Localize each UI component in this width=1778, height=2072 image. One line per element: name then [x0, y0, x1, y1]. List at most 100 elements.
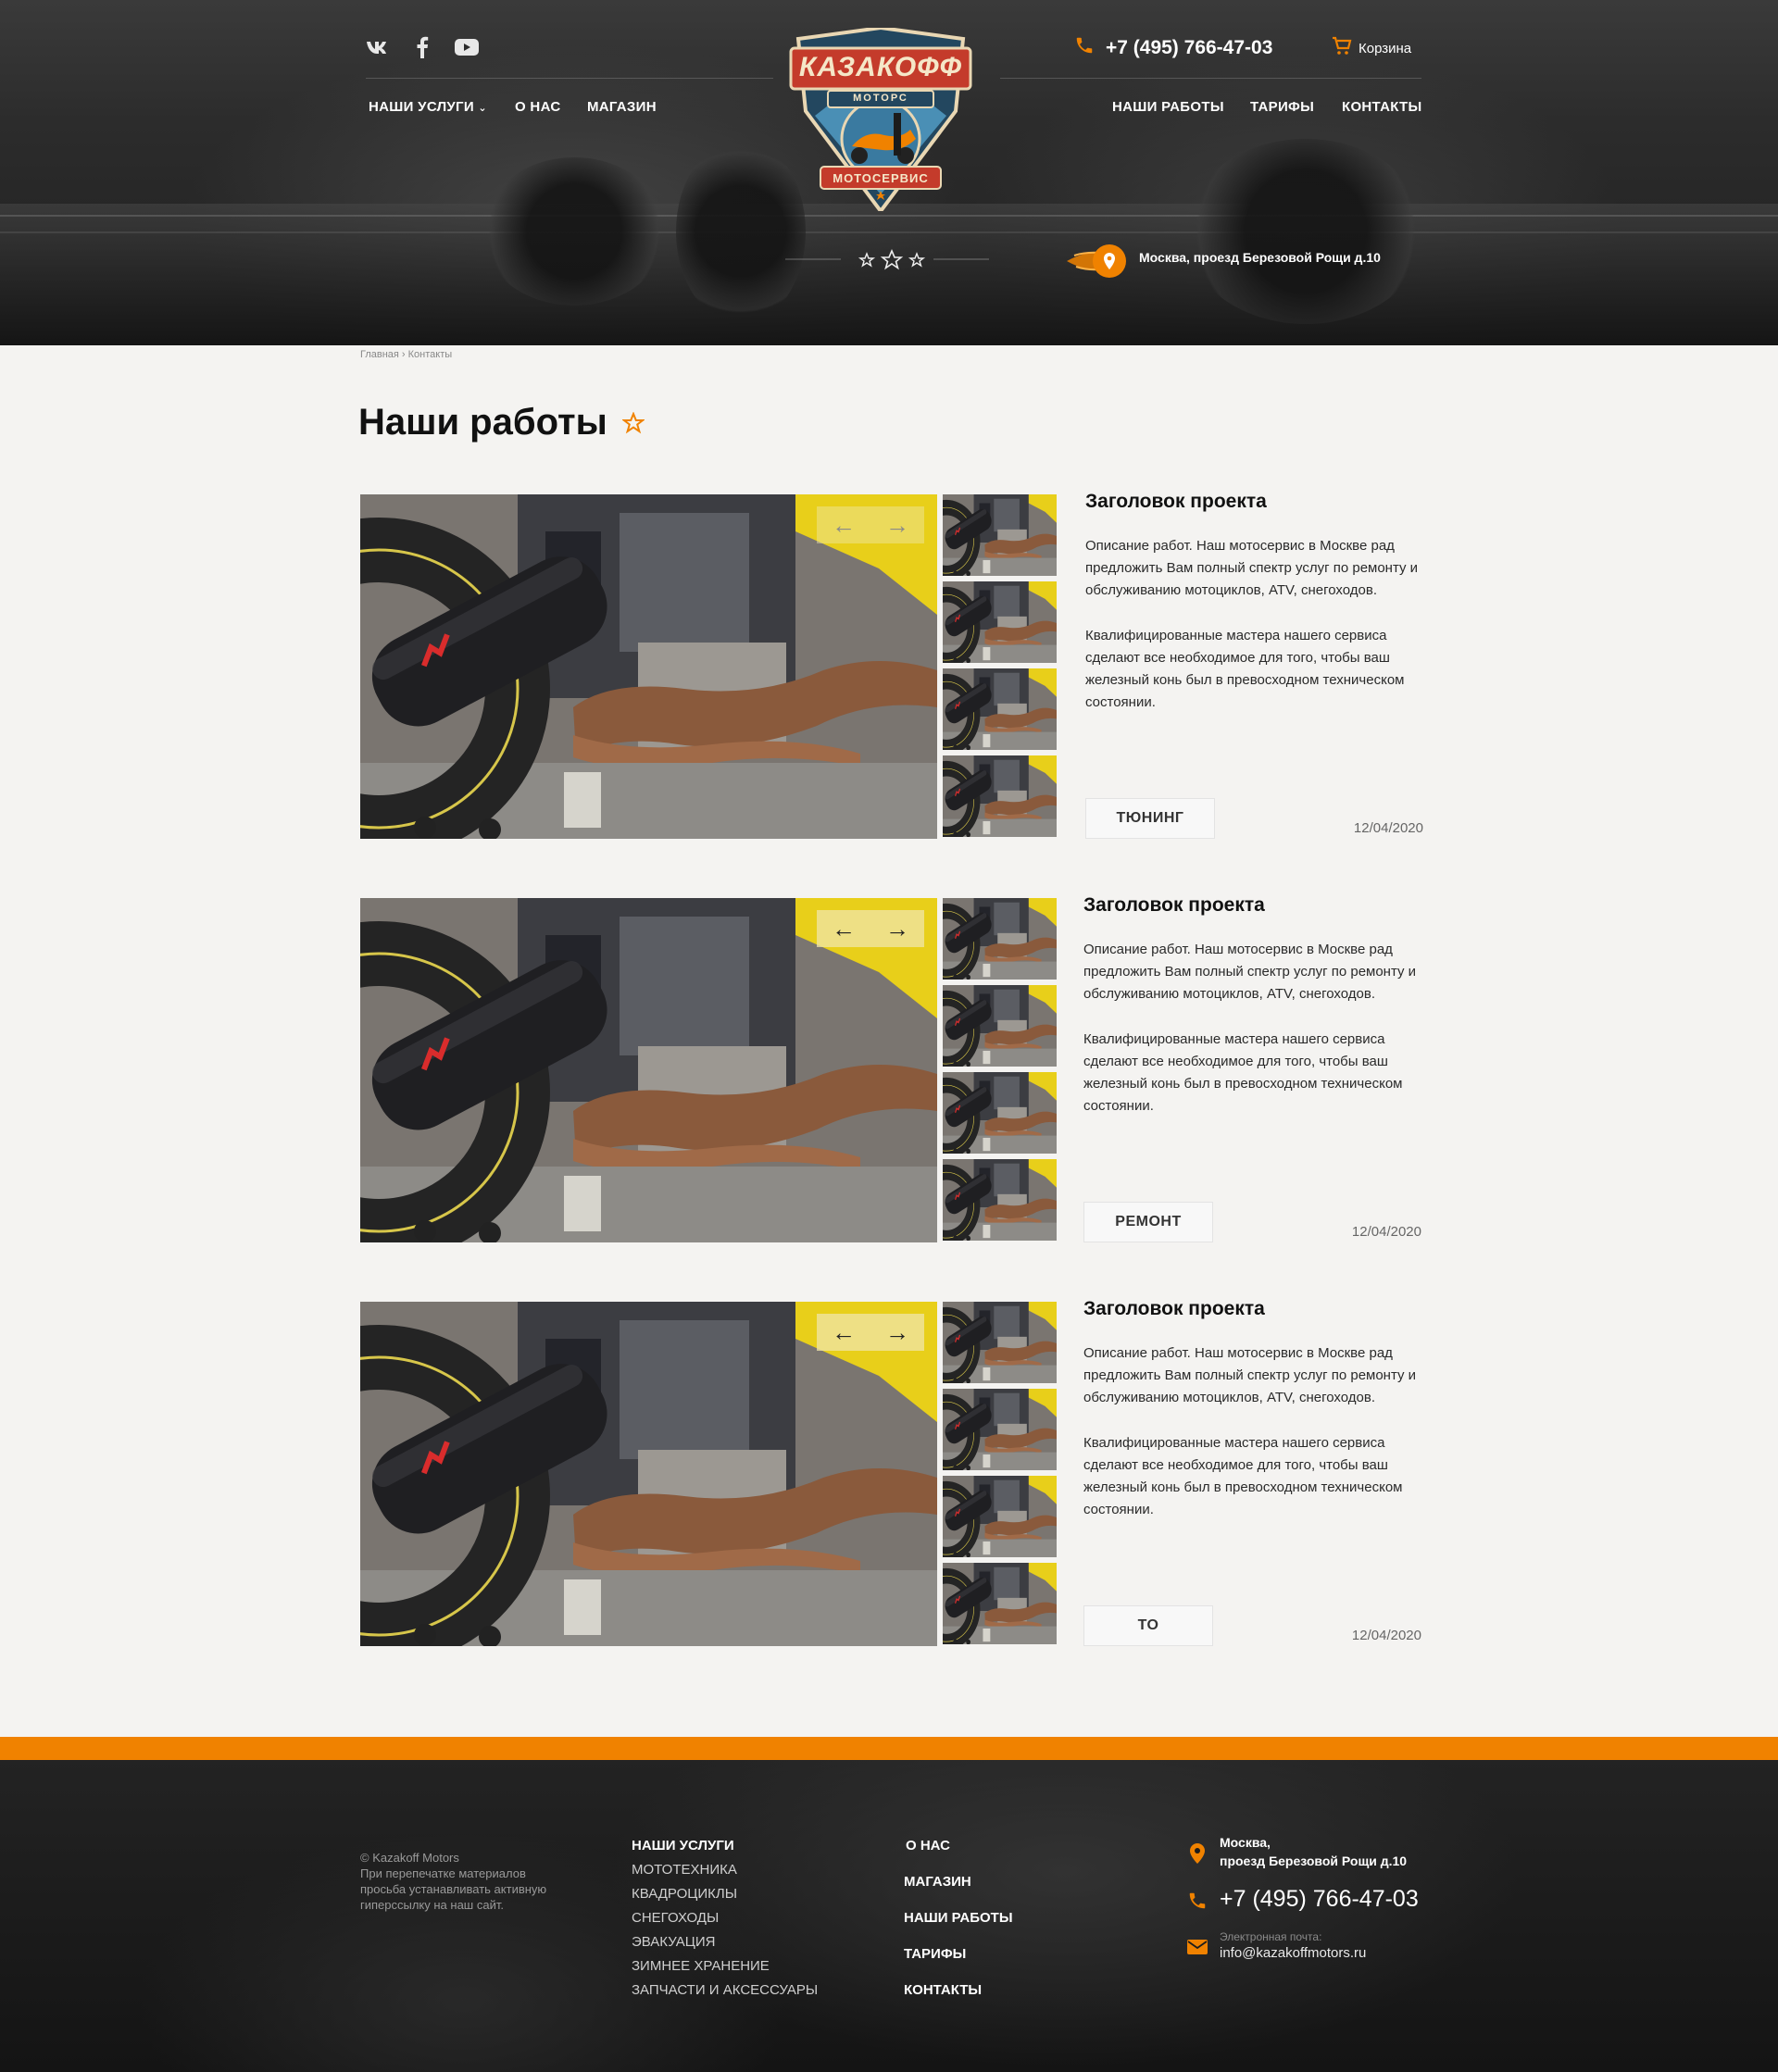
nav-shop[interactable]: МАГАЗИН [587, 99, 657, 115]
header-background-track [0, 204, 1778, 345]
cart-label: Корзина [1359, 40, 1412, 56]
header-rail [0, 231, 1778, 233]
youtube-icon[interactable] [455, 35, 479, 59]
arrow-right-icon[interactable]: → [885, 917, 909, 941]
project-category-tag[interactable]: ТО [1083, 1605, 1213, 1646]
project-desc-paragraph: Описание работ. Наш мотосервис в Москве … [1085, 538, 1419, 598]
project-thumbnail[interactable] [943, 494, 1057, 576]
site-logo[interactable]: КАЗАКОФФ МОТОРС МОТОСЕРВИС [787, 25, 974, 215]
project-main-photo: ← → [360, 898, 937, 1242]
footer-service-link[interactable]: СНЕГОХОДЫ [632, 1910, 818, 1934]
project-desc-paragraph: Описание работ. Наш мотосервис в Москве … [1083, 942, 1417, 1002]
project-desc-paragraph: Описание работ. Наш мотосервис в Москве … [1083, 1345, 1417, 1405]
footer-copyright: © Kazakoff Motors При перепечатке матери… [360, 1850, 573, 1913]
arrow-left-icon[interactable]: ← [832, 917, 856, 941]
project-description: Описание работ. Наш мотосервис в Москве … [1083, 939, 1421, 1117]
footer-address-line2: проезд Березовой Рощи д.10 [1220, 1854, 1408, 1868]
footer-service-link[interactable]: ЗИМНЕЕ ХРАНЕНИЕ [632, 1958, 818, 1982]
nav-works[interactable]: НАШИ РАБОТЫ [1112, 99, 1224, 115]
header-rail [0, 215, 1778, 217]
phone-icon [1186, 1890, 1208, 1912]
arrow-left-icon[interactable]: ← [832, 1320, 856, 1344]
project-thumbnail[interactable] [943, 1159, 1057, 1241]
project-main-photo: ← → [360, 1302, 937, 1646]
cart-link[interactable]: Корзина [1331, 35, 1411, 61]
arrow-right-icon[interactable]: → [885, 513, 909, 537]
footer-link-works[interactable]: НАШИ РАБОТЫ [904, 1910, 1013, 1946]
header-bike-silhouette [676, 139, 806, 324]
nav-tariffs[interactable]: ТАРИФЫ [1250, 99, 1314, 115]
project-title: Заголовок проекта [1083, 1298, 1265, 1319]
project-thumbnail[interactable] [943, 898, 1057, 980]
project-card: ← → Заголовок проекта Описание работ. Наш м… [360, 1298, 1421, 1646]
project-description: Описание работ. Наш мотосервис в Москве … [1083, 1342, 1421, 1521]
header-phone[interactable]: +7 (495) 766-47-03 [1074, 35, 1272, 61]
project-thumbnail[interactable] [943, 1476, 1057, 1557]
breadcrumb[interactable]: Главная › Контакты [360, 349, 452, 360]
header-phone-number: +7 (495) 766-47-03 [1106, 37, 1273, 58]
project-thumbnail[interactable] [943, 1302, 1057, 1383]
logo-sub-text: МОТОРС [853, 93, 908, 104]
star-icon [620, 402, 645, 443]
footer-service-link[interactable]: ЗАПЧАСТИ И АКСЕССУАРЫ [632, 1982, 818, 2006]
project-date: 12/04/2020 [1351, 1628, 1421, 1643]
footer-accent-bar [0, 1737, 1778, 1760]
page-title: Наши работы [358, 402, 645, 443]
project-thumbnail[interactable] [943, 985, 1057, 1067]
project-thumbnail[interactable] [943, 755, 1057, 837]
project-thumbnail[interactable] [943, 581, 1057, 663]
project-date: 12/04/2020 [1353, 820, 1423, 836]
copyright-text: © Kazakoff Motors При перепечатке матери… [360, 1851, 547, 1912]
footer-services: НАШИ УСЛУГИ МОТОТЕХНИКА КВАДРОЦИКЛЫ СНЕГ… [632, 1838, 818, 2006]
project-thumbnails [943, 1302, 1057, 1646]
cart-icon [1331, 35, 1353, 61]
project-thumbnail[interactable] [943, 1389, 1057, 1470]
stars-divider [785, 248, 989, 270]
header-divider [366, 78, 773, 79]
logo-ribbon-text: МОТОСЕРВИС [833, 171, 929, 185]
footer-link-shop[interactable]: МАГАЗИН [904, 1874, 1013, 1910]
project-title: Заголовок проекта [1083, 894, 1265, 916]
chevron-down-icon: ⌄ [478, 103, 487, 114]
arrow-left-icon[interactable]: ← [832, 513, 856, 537]
project-description: Описание работ. Наш мотосервис в Москве … [1085, 535, 1423, 714]
header-address[interactable]: Москва, проезд Березовой Рощи д.10 [1063, 243, 1381, 278]
project-thumbnail[interactable] [943, 1072, 1057, 1154]
vk-icon[interactable] [366, 35, 390, 59]
footer-email-address: info@kazakoffmotors.ru [1220, 1945, 1367, 1961]
project-category-tag[interactable]: РЕМОНТ [1083, 1202, 1213, 1242]
footer-link-about[interactable]: О НАС [904, 1838, 1013, 1874]
phone-icon [1074, 35, 1095, 61]
logo-brand-text: КАЗАКОФФ [798, 52, 963, 82]
facebook-icon[interactable] [410, 35, 434, 59]
footer-service-link[interactable]: МОТОТЕХНИКА [632, 1862, 818, 1886]
footer-links: О НАС МАГАЗИН НАШИ РАБОТЫ ТАРИФЫ КОНТАКТ… [904, 1838, 1013, 2018]
slider-arrows: ← → [817, 910, 924, 947]
arrow-right-icon[interactable]: → [885, 1320, 909, 1344]
nav-services[interactable]: НАШИ УСЛУГИ ⌄ [369, 99, 487, 115]
project-desc-paragraph: Квалифицированные мастера нашего сервиса… [1083, 1031, 1403, 1114]
project-thumbnails [943, 494, 1057, 839]
footer-link-contacts[interactable]: КОНТАКТЫ [904, 1982, 1013, 2018]
nav-about[interactable]: О НАС [515, 99, 560, 115]
project-date: 12/04/2020 [1351, 1224, 1421, 1240]
site-footer: © Kazakoff Motors При перепечатке матери… [0, 1760, 1778, 2072]
social-links [366, 35, 479, 59]
footer-service-link[interactable]: ЭВАКУАЦИЯ [632, 1934, 818, 1958]
page-title-text: Наши работы [358, 402, 607, 443]
location-pin-icon [1063, 243, 1130, 278]
project-desc-paragraph: Квалифицированные мастера нашего сервиса… [1085, 628, 1405, 710]
project-thumbnail[interactable] [943, 668, 1057, 750]
nav-contacts[interactable]: КОНТАКТЫ [1342, 99, 1421, 115]
mail-icon [1186, 1936, 1208, 1958]
slider-arrows: ← → [817, 506, 924, 543]
footer-link-tariffs[interactable]: ТАРИФЫ [904, 1946, 1013, 1982]
project-thumbnail[interactable] [943, 1563, 1057, 1644]
project-category-tag[interactable]: ТЮНИНГ [1085, 798, 1215, 839]
project-info: Заголовок проекта Описание работ. Наш мот… [1083, 894, 1421, 1242]
project-info: Заголовок проекта Описание работ. Наш мот… [1085, 491, 1423, 839]
footer-services-head[interactable]: НАШИ УСЛУГИ [632, 1838, 818, 1862]
footer-service-link[interactable]: КВАДРОЦИКЛЫ [632, 1886, 818, 1910]
footer-email-label: Электронная почта: [1220, 1930, 1322, 1943]
location-pin-icon [1186, 1842, 1208, 1865]
